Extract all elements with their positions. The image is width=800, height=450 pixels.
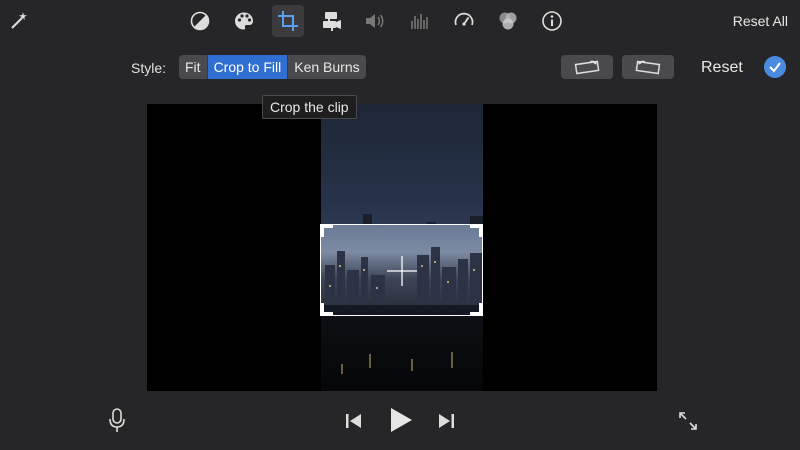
style-segmented-control: Fit Crop to Fill Ken Burns	[179, 55, 366, 79]
volume-icon[interactable]	[362, 8, 388, 34]
color-palette-icon[interactable]	[231, 8, 257, 34]
color-balance-icon[interactable]	[187, 8, 213, 34]
fullscreen-button[interactable]	[676, 409, 700, 433]
rotate-clockwise-button[interactable]	[622, 55, 674, 79]
voiceover-button[interactable]	[106, 407, 128, 435]
play-button[interactable]	[386, 405, 416, 435]
crop-center-crosshair-icon	[387, 256, 417, 286]
filter-icon[interactable]	[495, 8, 521, 34]
crop-icon[interactable]	[272, 5, 304, 37]
crop-handle-top-right[interactable]	[470, 225, 482, 237]
microphone-icon	[109, 408, 125, 432]
crop-rectangle[interactable]	[320, 224, 483, 316]
skip-forward-icon	[439, 414, 454, 428]
crop-handle-bottom-right[interactable]	[470, 303, 482, 315]
style-option-fit[interactable]: Fit	[179, 55, 207, 79]
speed-icon[interactable]	[451, 8, 477, 34]
crop-handle-top-left[interactable]	[321, 225, 333, 237]
skip-forward-button[interactable]	[435, 410, 457, 432]
style-option-ken-burns[interactable]: Ken Burns	[287, 55, 365, 79]
equalizer-icon[interactable]	[407, 8, 433, 34]
reset-all-button[interactable]: Reset All	[733, 13, 788, 29]
info-icon[interactable]	[539, 8, 565, 34]
skip-back-button[interactable]	[343, 410, 365, 432]
crop-tooltip: Crop the clip	[262, 95, 357, 119]
apply-checkmark-button[interactable]	[764, 56, 786, 78]
reset-button[interactable]: Reset	[701, 59, 743, 77]
skip-back-icon	[346, 414, 361, 428]
magic-wand-icon[interactable]	[6, 8, 32, 34]
checkmark-icon	[769, 62, 781, 73]
video-viewer	[147, 104, 657, 391]
fullscreen-icon	[679, 412, 697, 430]
style-label: Style:	[131, 60, 167, 76]
rotate-left-icon	[574, 60, 600, 75]
stabilization-icon[interactable]	[319, 8, 345, 34]
crop-handle-bottom-left[interactable]	[321, 303, 333, 315]
rotate-right-icon	[635, 60, 661, 75]
play-icon	[391, 408, 412, 432]
style-option-crop-to-fill[interactable]: Crop to Fill	[206, 55, 288, 79]
rotate-counterclockwise-button[interactable]	[561, 55, 613, 79]
